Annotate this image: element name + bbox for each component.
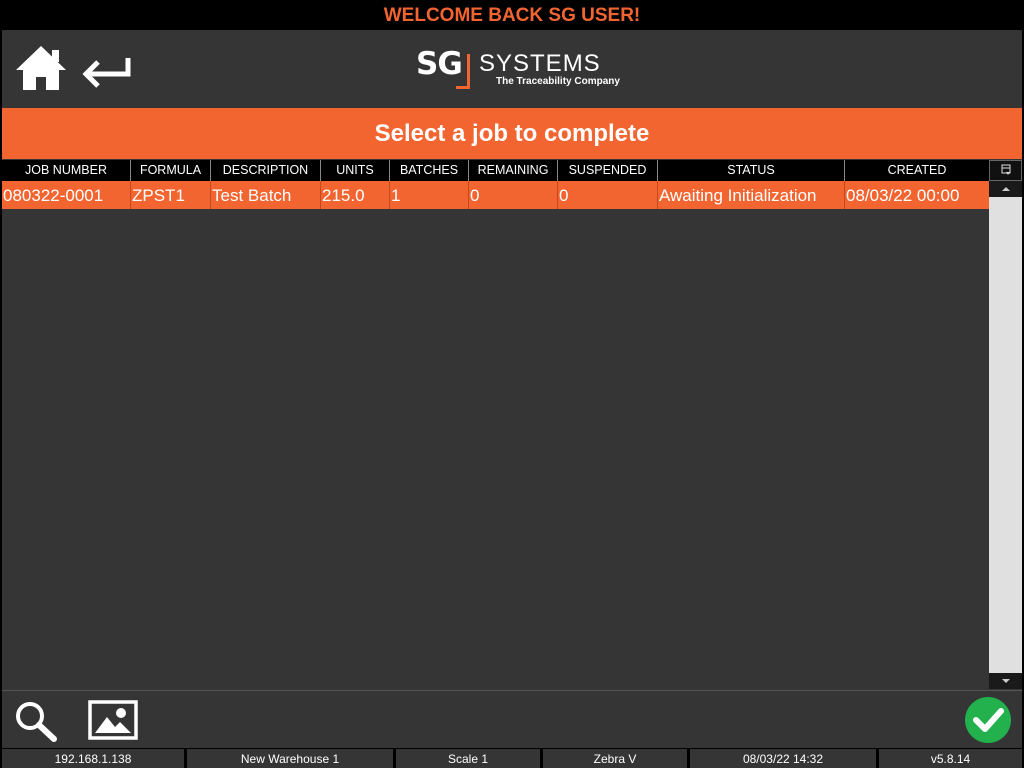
home-icon: [16, 46, 66, 90]
logo-name: SYSTEMS: [479, 50, 601, 77]
scroll-thumb[interactable]: [989, 197, 1022, 673]
welcome-banner: WELCOME BACK SG USER!: [2, 0, 1022, 30]
status-bar: 192.168.1.138 New Warehouse 1 Scale 1 Ze…: [2, 748, 1022, 768]
logo-mark: SG: [416, 46, 463, 82]
app-window: WELCOME BACK SG USER! SG SYSTEMS The Tra…: [2, 0, 1022, 768]
jobs-table: JOB NUMBER FORMULA DESCRIPTION UNITS BAT…: [2, 160, 989, 689]
cell-job-number: 080322-0001: [2, 181, 131, 209]
scroll-up-button[interactable]: [989, 181, 1022, 197]
column-header-description[interactable]: DESCRIPTION: [211, 160, 321, 181]
sg-systems-logo: SG SYSTEMS The Traceability Company: [416, 46, 626, 94]
cell-created: 08/03/22 00:00: [846, 186, 960, 205]
column-header-job-number[interactable]: JOB NUMBER: [2, 160, 131, 181]
search-button[interactable]: [12, 699, 58, 743]
status-version: v5.8.14: [879, 749, 1022, 768]
cell-status: Awaiting Initialization: [658, 181, 845, 209]
logo-bracket: [456, 54, 470, 89]
status-scale: Scale 1: [396, 749, 540, 768]
image-button[interactable]: [87, 699, 139, 741]
column-header-batches[interactable]: BATCHES: [390, 160, 469, 181]
column-header-suspended[interactable]: SUSPENDED: [558, 160, 658, 181]
arrow-down-icon: [1002, 679, 1010, 683]
column-header-status[interactable]: STATUS: [658, 160, 845, 181]
confirm-button[interactable]: [963, 695, 1013, 745]
status-printer: Zebra V: [543, 749, 687, 768]
vertical-scrollbar[interactable]: [989, 181, 1022, 689]
column-header-units[interactable]: UNITS: [321, 160, 390, 181]
cell-suspended: 0: [558, 181, 658, 209]
status-datetime: 08/03/22 14:32: [690, 749, 876, 768]
picture-icon: [88, 700, 138, 740]
status-warehouse: New Warehouse 1: [187, 749, 393, 768]
cell-batches: 1: [390, 181, 469, 209]
magnifier-icon: [16, 702, 57, 742]
cell-description: Test Batch: [211, 181, 321, 209]
page-title: Select a job to complete: [2, 108, 1022, 159]
table-header: JOB NUMBER FORMULA DESCRIPTION UNITS BAT…: [2, 160, 989, 181]
status-ip: 192.168.1.138: [2, 749, 184, 768]
column-header-formula[interactable]: FORMULA: [131, 160, 211, 181]
cell-remaining: 0: [469, 181, 558, 209]
column-header-remaining[interactable]: REMAINING: [469, 160, 558, 181]
return-arrow-icon: [82, 58, 131, 88]
table-row[interactable]: 080322-0001 ZPST1 Test Batch 215.0 1 0 0…: [2, 181, 989, 209]
column-chooser-icon: [1001, 164, 1011, 175]
top-bar: SG SYSTEMS The Traceability Company: [2, 30, 1022, 108]
logo-tagline: The Traceability Company: [496, 76, 620, 87]
bottom-toolbar: [2, 690, 1022, 748]
cell-formula: ZPST1: [131, 181, 211, 209]
column-chooser-button[interactable]: [989, 160, 1022, 181]
checkmark-icon: [965, 697, 1011, 743]
back-button[interactable]: [80, 54, 132, 88]
column-header-created[interactable]: CREATED: [845, 160, 989, 181]
cell-units: 215.0: [321, 181, 390, 209]
home-button[interactable]: [14, 44, 68, 92]
arrow-up-icon: [1002, 187, 1010, 191]
scroll-down-button[interactable]: [989, 673, 1022, 689]
